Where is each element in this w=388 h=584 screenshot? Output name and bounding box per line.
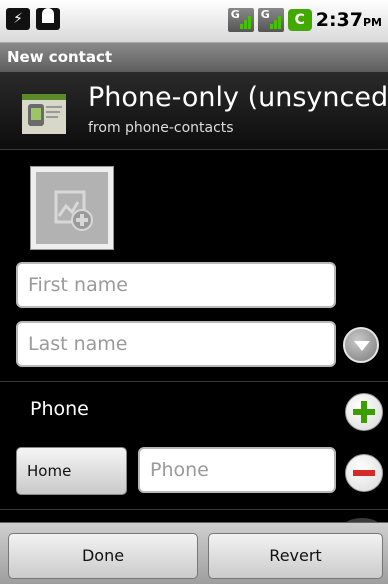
android-phone-icon xyxy=(20,90,68,138)
clock-time: 2:37 xyxy=(315,9,363,31)
phone-placeholder: Phone xyxy=(150,459,209,481)
account-title: Phone-only (unsynced.. xyxy=(88,82,388,113)
revert-label: Revert xyxy=(269,546,322,565)
status-right-icons: G G C 2:37PM xyxy=(227,8,382,32)
section-divider xyxy=(0,509,388,510)
status-left-icons: ⚡ xyxy=(6,8,60,30)
done-button[interactable]: Done xyxy=(8,533,198,579)
footer-bar: Done Revert xyxy=(0,522,388,584)
signal-icon: G xyxy=(227,8,254,32)
last-name-field[interactable]: Last name xyxy=(16,321,336,367)
clock-ampm: PM xyxy=(362,16,382,29)
revert-button[interactable]: Revert xyxy=(208,533,383,579)
phone-section-label: Phone xyxy=(30,398,89,420)
status-clock: 2:37PM xyxy=(316,9,382,31)
contact-photo-button[interactable] xyxy=(30,166,114,250)
phone-input[interactable]: Phone xyxy=(138,447,336,493)
account-header: Phone-only (unsynced.. from phone-contac… xyxy=(0,72,388,150)
done-label: Done xyxy=(81,546,125,565)
signal-icon: G xyxy=(257,8,284,32)
signal-label: G xyxy=(230,8,240,21)
add-photo-icon xyxy=(36,172,108,244)
first-name-placeholder: First name xyxy=(28,274,128,296)
android-icon xyxy=(36,8,60,30)
page-title: New contact xyxy=(7,48,113,66)
usb-icon: ⚡ xyxy=(6,8,30,30)
status-bar: ⚡ G G C 2:37PM xyxy=(0,0,388,43)
signal-label: G xyxy=(260,8,270,21)
expand-name-button[interactable] xyxy=(343,327,379,363)
last-name-placeholder: Last name xyxy=(28,333,128,355)
phone-type-label: Home xyxy=(27,462,72,480)
first-name-field[interactable]: First name xyxy=(16,262,336,308)
add-phone-button[interactable] xyxy=(345,393,383,431)
section-divider xyxy=(0,381,388,382)
remove-phone-button[interactable] xyxy=(345,454,383,492)
phone-type-button[interactable]: Home xyxy=(16,447,127,495)
battery-icon: C xyxy=(287,9,312,31)
title-bar: New contact xyxy=(0,43,388,72)
account-subtitle: from phone-contacts xyxy=(88,120,234,136)
